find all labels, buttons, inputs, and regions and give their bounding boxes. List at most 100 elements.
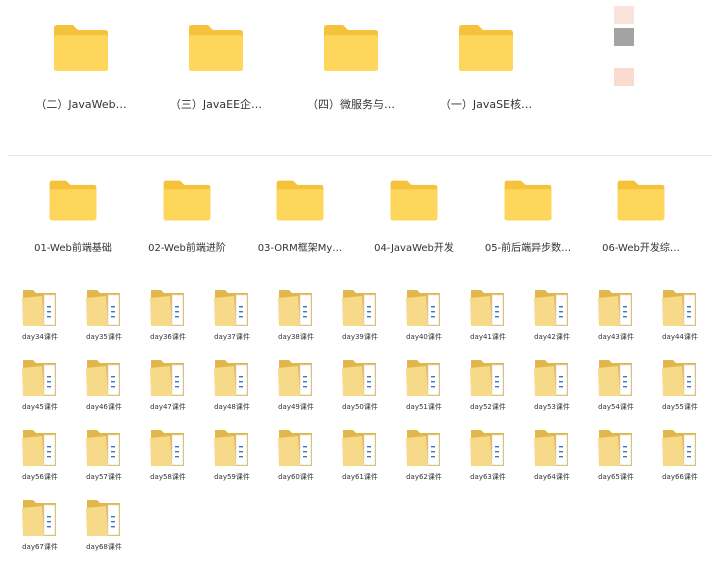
folder-icon <box>502 178 554 223</box>
thumbnail-swatch-bottom <box>614 68 634 86</box>
top-folder-item[interactable]: （一）JavaSE核… <box>419 22 553 112</box>
folder-label: （一）JavaSE核… <box>439 98 533 111</box>
folder-icon <box>161 178 213 223</box>
open-folder-icon <box>532 424 572 468</box>
open-folder-icon <box>212 354 252 398</box>
day-folder-item[interactable]: day49课件 <box>264 354 328 412</box>
folder-label: （三）JavaEE企… <box>169 98 263 111</box>
folder-label: day35课件 <box>86 333 122 341</box>
open-folder-icon <box>340 284 380 328</box>
folder-label: 03-ORM框架My… <box>257 243 343 254</box>
top-folder-item[interactable]: （三）JavaEE企… <box>149 22 283 112</box>
open-folder-icon <box>596 354 636 398</box>
day-folder-item[interactable]: day43课件 <box>584 284 648 342</box>
open-folder-icon <box>468 284 508 328</box>
day-folder-item[interactable]: day58课件 <box>136 424 200 482</box>
folder-label: day34课件 <box>22 333 58 341</box>
open-folder-icon <box>660 354 700 398</box>
folder-icon <box>274 178 326 223</box>
mid-folder-item[interactable]: 03-ORM框架My… <box>243 178 357 254</box>
day-folder-item[interactable]: day36课件 <box>136 284 200 342</box>
open-folder-icon <box>660 424 700 468</box>
open-folder-icon <box>84 354 124 398</box>
folder-icon <box>51 22 111 74</box>
day-folder-item[interactable]: day50课件 <box>328 354 392 412</box>
open-folder-icon <box>596 284 636 328</box>
day-folder-item[interactable]: day42课件 <box>520 284 584 342</box>
open-folder-icon <box>276 354 316 398</box>
open-folder-icon <box>148 424 188 468</box>
folder-label: （四）微服务与… <box>307 98 395 111</box>
open-folder-icon <box>148 284 188 328</box>
folder-icon <box>321 22 381 74</box>
open-folder-icon <box>20 284 60 328</box>
day-folder-item[interactable]: day52课件 <box>456 354 520 412</box>
day-folder-item[interactable]: day40课件 <box>392 284 456 342</box>
day-folder-item[interactable]: day39课件 <box>328 284 392 342</box>
day-folder-item[interactable]: day59课件 <box>200 424 264 482</box>
folder-label: day37课件 <box>214 333 250 341</box>
open-folder-icon <box>84 424 124 468</box>
folder-label: day49课件 <box>278 403 314 411</box>
day-folder-item[interactable]: day63课件 <box>456 424 520 482</box>
thumbnail-swatch-top <box>614 6 634 24</box>
folder-label: day50课件 <box>342 403 378 411</box>
day-folder-item[interactable]: day66课件 <box>648 424 712 482</box>
folder-label: day46课件 <box>86 403 122 411</box>
day-folder-item[interactable]: day35课件 <box>72 284 136 342</box>
day-folder-item[interactable]: day61课件 <box>328 424 392 482</box>
day-folder-item[interactable]: day64课件 <box>520 424 584 482</box>
mid-folder-item[interactable]: 04-JavaWeb开发 <box>357 178 471 254</box>
day-folder-item[interactable]: day48课件 <box>200 354 264 412</box>
folder-label: day40课件 <box>406 333 442 341</box>
day-folder-item[interactable]: day45课件 <box>8 354 72 412</box>
open-folder-icon <box>84 284 124 328</box>
folder-label: day42课件 <box>534 333 570 341</box>
folder-label: day57课件 <box>86 473 122 481</box>
day-folder-item[interactable]: day67课件 <box>8 494 72 552</box>
day-folder-item[interactable]: day46课件 <box>72 354 136 412</box>
folder-icon <box>456 22 516 74</box>
day-folder-item[interactable]: day55课件 <box>648 354 712 412</box>
day-folder-item[interactable]: day44课件 <box>648 284 712 342</box>
open-folder-icon <box>468 424 508 468</box>
folder-label: day43课件 <box>598 333 634 341</box>
folder-label: day58课件 <box>150 473 186 481</box>
day-folder-item[interactable]: day62课件 <box>392 424 456 482</box>
day-folder-item[interactable]: day60课件 <box>264 424 328 482</box>
top-folder-row: （二）JavaWeb… （三）JavaEE企… （四）微服务与… （一）Java… <box>0 0 720 150</box>
folder-label: 05-前后端异步数… <box>484 243 572 254</box>
mid-folder-item[interactable]: 06-Web开发综… <box>584 178 698 254</box>
day-folder-item[interactable]: day57课件 <box>72 424 136 482</box>
day-folder-item[interactable]: day37课件 <box>200 284 264 342</box>
top-folder-item[interactable]: （二）JavaWeb… <box>14 22 148 112</box>
folder-label: day41课件 <box>470 333 506 341</box>
folder-icon <box>388 178 440 223</box>
open-folder-icon <box>404 284 444 328</box>
open-folder-icon <box>212 284 252 328</box>
day-folder-item[interactable]: day41课件 <box>456 284 520 342</box>
day-folder-item[interactable]: day34课件 <box>8 284 72 342</box>
folder-label: 02-Web前端进阶 <box>148 243 226 254</box>
folder-label: 06-Web开发综… <box>602 243 680 254</box>
mid-folder-item[interactable]: 01-Web前端基础 <box>16 178 130 254</box>
mid-folder-item[interactable]: 02-Web前端进阶 <box>130 178 244 254</box>
mid-folder-item[interactable]: 05-前后端异步数… <box>471 178 585 254</box>
folder-label: 01-Web前端基础 <box>34 243 112 254</box>
day-folder-item[interactable]: day47课件 <box>136 354 200 412</box>
day-folder-item[interactable]: day53课件 <box>520 354 584 412</box>
thumbnail-swatch-middle <box>614 28 634 46</box>
folder-label: day65课件 <box>598 473 634 481</box>
folder-label: day51课件 <box>406 403 442 411</box>
day-folder-item[interactable]: day56课件 <box>8 424 72 482</box>
open-folder-icon <box>404 424 444 468</box>
day-folder-item[interactable]: day68课件 <box>72 494 136 552</box>
day-folder-item[interactable]: day38课件 <box>264 284 328 342</box>
folder-label: day36课件 <box>150 333 186 341</box>
day-folder-item[interactable]: day51课件 <box>392 354 456 412</box>
section-divider <box>8 155 712 156</box>
day-folder-item[interactable]: day65课件 <box>584 424 648 482</box>
open-folder-icon <box>468 354 508 398</box>
day-folder-item[interactable]: day54课件 <box>584 354 648 412</box>
top-folder-item[interactable]: （四）微服务与… <box>284 22 418 112</box>
